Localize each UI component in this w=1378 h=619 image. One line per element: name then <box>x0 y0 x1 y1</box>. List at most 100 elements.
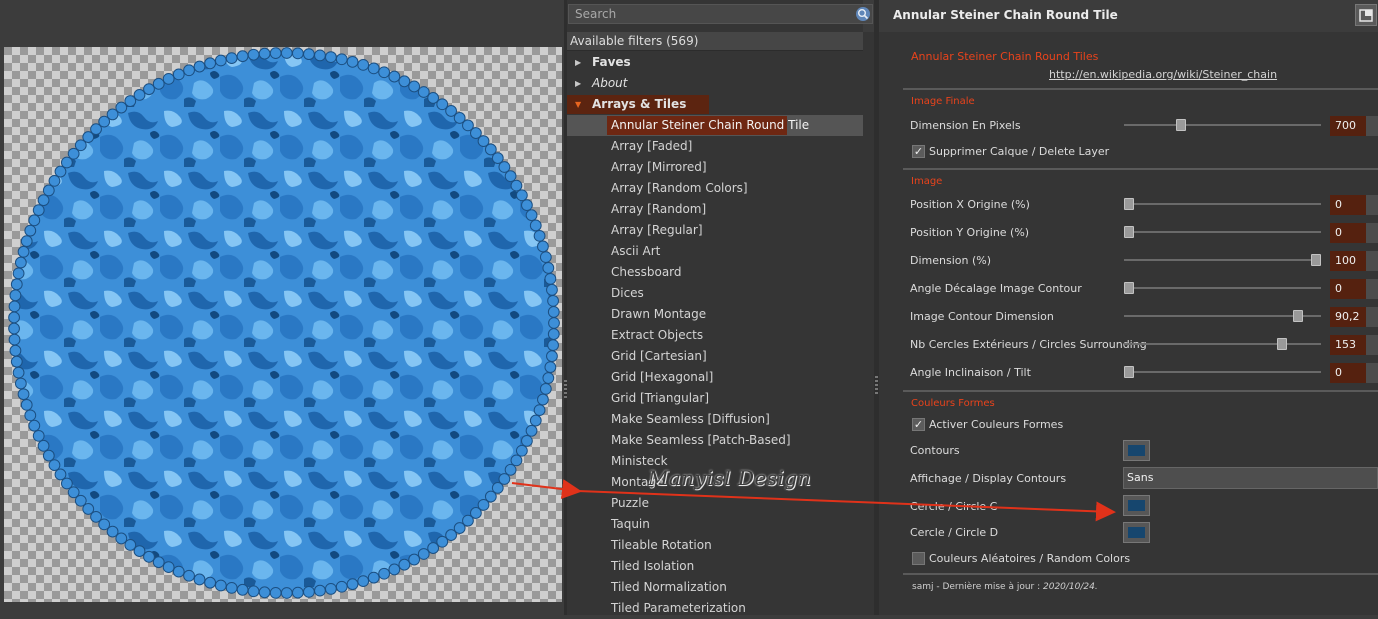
color-fill <box>1128 527 1145 538</box>
filter-item[interactable]: Tileable Rotation <box>567 535 863 556</box>
angle-decalage-spinner[interactable] <box>1366 279 1378 299</box>
separator <box>903 168 1378 170</box>
parameters-pane: Annular Steiner Chain Round Tile Annular… <box>879 0 1378 615</box>
circles-surrounding-value[interactable]: 153 <box>1330 335 1366 355</box>
angle-tilt-slider[interactable] <box>1124 371 1321 373</box>
contours-color-button[interactable] <box>1123 440 1150 461</box>
slider-handle[interactable] <box>1311 254 1321 266</box>
footer-date: 2020/10/24. <box>1043 582 1098 592</box>
footer-credits: samj - Dernière mise à jour : 2020/10/24… <box>912 582 1098 592</box>
filter-item[interactable]: Ascii Art <box>567 241 863 262</box>
dimension-percent-spinner[interactable] <box>1366 251 1378 271</box>
filter-item[interactable]: Make Seamless [Diffusion] <box>567 409 863 430</box>
filter-item[interactable]: Tiled Parameterization <box>567 598 863 619</box>
filter-item[interactable]: Taquin <box>567 514 863 535</box>
slider-handle[interactable] <box>1124 366 1134 378</box>
filter-item-label: Array [Mirrored] <box>611 160 707 174</box>
folder-about[interactable]: ▶ About <box>567 73 863 94</box>
chevron-down-icon[interactable]: ▼ <box>575 94 581 115</box>
position-x-spinner[interactable] <box>1366 195 1378 215</box>
display-contours-select[interactable]: Sans <box>1123 467 1378 489</box>
layout-toggle-button[interactable] <box>1355 4 1377 26</box>
filter-item-label: Make Seamless [Patch-Based] <box>611 433 791 447</box>
filter-item-label: Array [Random] <box>611 202 707 216</box>
circles-surrounding-spinner[interactable] <box>1366 335 1378 355</box>
available-filters-header: Available filters (569) <box>567 32 863 51</box>
contour-dimension-spinner[interactable] <box>1366 307 1378 327</box>
preview-pane[interactable] <box>0 0 564 615</box>
random-colors-label: Couleurs Aléatoires / Random Colors <box>929 552 1131 565</box>
position-x-slider[interactable] <box>1124 203 1321 205</box>
angle-decalage-value[interactable]: 0 <box>1330 279 1366 299</box>
angle-tilt-label: Angle Inclinaison / Tilt <box>910 366 1031 379</box>
slider-handle[interactable] <box>1124 282 1134 294</box>
filter-item[interactable]: Array [Mirrored] <box>567 157 863 178</box>
contour-dimension-value[interactable]: 90,2 <box>1330 307 1366 327</box>
position-y-slider[interactable] <box>1124 231 1321 233</box>
contour-dimension-slider[interactable] <box>1124 315 1321 317</box>
angle-decalage-slider[interactable] <box>1124 287 1321 289</box>
filter-item[interactable]: Array [Random] <box>567 199 863 220</box>
folder-faves[interactable]: ▶ Faves <box>567 52 863 73</box>
chevron-right-icon[interactable]: ▶ <box>575 52 581 73</box>
filter-item-label: Ministeck <box>611 454 668 468</box>
filter-item-label: Extract Objects <box>611 328 704 342</box>
filter-item-label: Make Seamless [Diffusion] <box>611 412 770 426</box>
filter-item[interactable]: Dices <box>567 283 863 304</box>
filter-item[interactable]: Montage <box>567 472 863 493</box>
filter-item[interactable]: Array [Random Colors] <box>567 178 863 199</box>
preview-canvas[interactable] <box>4 47 562 602</box>
filter-item[interactable]: Ministeck <box>567 451 863 472</box>
filter-item[interactable]: Annular Steiner Chain Round Tile <box>567 115 863 136</box>
filter-browser: Available filters (569) ▶ Faves ▶ About … <box>567 0 877 615</box>
filter-item[interactable]: Grid [Hexagonal] <box>567 367 863 388</box>
angle-tilt-spinner[interactable] <box>1366 363 1378 383</box>
cercle-d-color-button[interactable] <box>1123 522 1150 543</box>
filter-item-label: Chessboard <box>611 265 682 279</box>
cercle-c-color-button[interactable] <box>1123 495 1150 516</box>
chevron-right-icon[interactable]: ▶ <box>575 73 581 94</box>
separator <box>903 88 1378 90</box>
filter-item[interactable]: Tiled Normalization <box>567 577 863 598</box>
search-input[interactable] <box>568 4 873 24</box>
slider-handle[interactable] <box>1124 226 1134 238</box>
filter-item[interactable]: Extract Objects <box>567 325 863 346</box>
filter-item[interactable]: Puzzle <box>567 493 863 514</box>
filter-item[interactable]: Make Seamless [Patch-Based] <box>567 430 863 451</box>
slider-handle[interactable] <box>1176 119 1187 131</box>
wikipedia-link[interactable]: http://en.wikipedia.org/wiki/Steiner_cha… <box>1049 68 1277 81</box>
activer-couleurs-checkbox[interactable]: ✓ <box>912 418 925 431</box>
dimension-pixels-value[interactable]: 700 <box>1330 116 1366 136</box>
position-y-value[interactable]: 0 <box>1330 223 1366 243</box>
slider-handle[interactable] <box>1124 198 1134 210</box>
filter-item[interactable]: Grid [Cartesian] <box>567 346 863 367</box>
delete-layer-checkbox[interactable]: ✓ <box>912 145 925 158</box>
position-y-spinner[interactable] <box>1366 223 1378 243</box>
filter-item-label: Tiled Parameterization <box>611 601 746 615</box>
dimension-percent-slider[interactable] <box>1124 259 1321 261</box>
filter-heading: Annular Steiner Chain Round Tiles <box>911 50 1099 63</box>
folder-arrays-tiles[interactable]: ▼ Arrays & Tiles <box>567 94 863 115</box>
filter-item-label: Dices <box>611 286 644 300</box>
filter-item[interactable]: Array [Faded] <box>567 136 863 157</box>
separator <box>903 390 1378 392</box>
random-colors-checkbox[interactable] <box>912 552 925 565</box>
dimension-pixels-spinner[interactable] <box>1366 116 1378 136</box>
filter-item[interactable]: Tiled Isolation <box>567 556 863 577</box>
dimension-pixels-slider[interactable] <box>1124 124 1321 126</box>
section-couleurs-formes: Couleurs Formes <box>911 398 995 409</box>
filter-item[interactable]: Drawn Montage <box>567 304 863 325</box>
parameters-box: Annular Steiner Chain Round Tiles http:/… <box>879 32 1378 615</box>
circles-surrounding-slider[interactable] <box>1124 343 1321 345</box>
position-x-value[interactable]: 0 <box>1330 195 1366 215</box>
search-icon[interactable] <box>855 6 871 22</box>
filter-item-label: Tileable Rotation <box>611 538 712 552</box>
filter-item[interactable]: Array [Regular] <box>567 220 863 241</box>
filter-item-label: Array [Regular] <box>611 223 703 237</box>
dimension-percent-value[interactable]: 100 <box>1330 251 1366 271</box>
slider-handle[interactable] <box>1292 310 1303 322</box>
filter-item[interactable]: Grid [Triangular] <box>567 388 863 409</box>
angle-tilt-value[interactable]: 0 <box>1330 363 1366 383</box>
slider-handle[interactable] <box>1277 338 1288 350</box>
filter-item[interactable]: Chessboard <box>567 262 863 283</box>
